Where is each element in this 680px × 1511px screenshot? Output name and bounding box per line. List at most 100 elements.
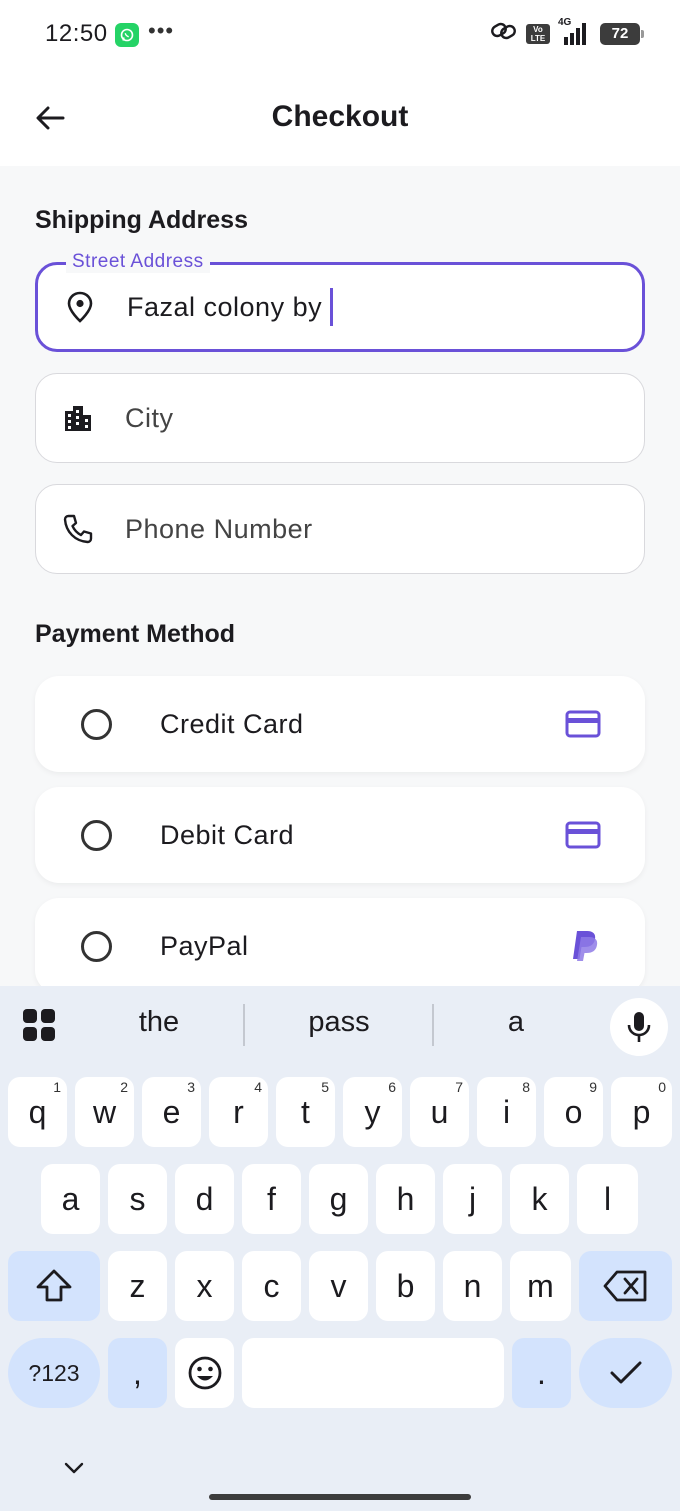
- key-m[interactable]: m: [510, 1251, 571, 1321]
- voice-input-button[interactable]: [610, 998, 668, 1056]
- payment-option-credit-card[interactable]: Credit Card: [35, 676, 645, 772]
- phone-number-input[interactable]: Phone Number: [125, 485, 313, 573]
- key-label: o: [564, 1093, 583, 1130]
- status-right: Vo LTE 4G 72: [490, 17, 644, 47]
- key-label: t: [301, 1093, 310, 1130]
- notification-overflow: •••: [148, 18, 175, 43]
- key-label: u: [430, 1093, 449, 1130]
- period-key[interactable]: .: [512, 1338, 571, 1408]
- key-q[interactable]: q1: [8, 1077, 67, 1147]
- back-button[interactable]: [30, 98, 70, 138]
- status-time: 12:50: [45, 20, 108, 47]
- street-address-input[interactable]: Fazal colony by: [127, 265, 334, 349]
- suggestion-divider: [432, 1004, 434, 1046]
- key-d[interactable]: d: [175, 1164, 234, 1234]
- key-r[interactable]: r4: [209, 1077, 268, 1147]
- payment-option-label: Debit Card: [160, 819, 295, 850]
- key-v[interactable]: v: [309, 1251, 368, 1321]
- radio-paypal[interactable]: [81, 931, 112, 962]
- key-x[interactable]: x: [175, 1251, 234, 1321]
- key-z[interactable]: z: [108, 1251, 167, 1321]
- space-key[interactable]: [242, 1338, 504, 1408]
- key-n[interactable]: n: [443, 1251, 502, 1321]
- battery-icon: 72: [600, 22, 644, 45]
- street-address-field[interactable]: Street Address Fazal colony by: [35, 251, 645, 352]
- radio-debit-card[interactable]: [81, 820, 112, 851]
- key-hint: 6: [388, 1079, 396, 1095]
- key-label: w: [92, 1093, 117, 1130]
- key-l[interactable]: l: [577, 1164, 638, 1234]
- location-pin-icon: [60, 265, 100, 349]
- key-label: q: [28, 1093, 47, 1130]
- key-y[interactable]: y6: [343, 1077, 402, 1147]
- shift-key[interactable]: [8, 1251, 100, 1321]
- key-hint: 3: [187, 1079, 195, 1095]
- symbols-key[interactable]: ?123: [8, 1338, 100, 1408]
- emoji-icon: [188, 1356, 221, 1390]
- apps-grid-icon[interactable]: [22, 1008, 56, 1042]
- key-o[interactable]: o9: [544, 1077, 603, 1147]
- radio-credit-card[interactable]: [81, 709, 112, 740]
- key-t[interactable]: t5: [276, 1077, 335, 1147]
- credit-card-icon: [565, 676, 601, 772]
- key-hint: 9: [589, 1079, 597, 1095]
- suggestion-3[interactable]: a: [457, 1006, 575, 1039]
- key-k[interactable]: k: [510, 1164, 569, 1234]
- shift-icon: [36, 1269, 72, 1302]
- app-bar: Checkout: [0, 70, 680, 166]
- key-hint: 8: [522, 1079, 530, 1095]
- whatsapp-icon: [115, 23, 139, 47]
- key-a[interactable]: a: [41, 1164, 100, 1234]
- comma-key[interactable]: ,: [108, 1338, 167, 1408]
- key-b[interactable]: b: [376, 1251, 435, 1321]
- key-p[interactable]: p0: [611, 1077, 672, 1147]
- key-g[interactable]: g: [309, 1164, 368, 1234]
- key-u[interactable]: u7: [410, 1077, 469, 1147]
- status-bar: 12:50 ••• Vo LTE 4G 72: [0, 0, 680, 70]
- paypal-icon: [569, 898, 601, 986]
- key-hint: 7: [455, 1079, 463, 1095]
- key-w[interactable]: w2: [75, 1077, 134, 1147]
- shipping-address-heading: Shipping Address: [35, 206, 248, 234]
- city-icon: [58, 374, 98, 462]
- soft-keyboard: the pass a q1 w2 e3 r4 t5 y6 u7 i8 o9 p0…: [0, 986, 680, 1511]
- suggestion-divider: [243, 1004, 245, 1046]
- arrow-left-icon: [36, 106, 65, 130]
- home-indicator[interactable]: [209, 1494, 471, 1500]
- city-input[interactable]: City: [125, 374, 174, 462]
- key-c[interactable]: c: [242, 1251, 301, 1321]
- city-field[interactable]: City: [35, 373, 645, 463]
- backspace-key[interactable]: [579, 1251, 672, 1321]
- key-hint: 1: [53, 1079, 61, 1095]
- payment-option-label: PayPal: [160, 930, 249, 961]
- key-i[interactable]: i8: [477, 1077, 536, 1147]
- payment-option-debit-card[interactable]: Debit Card: [35, 787, 645, 883]
- link-icon: [490, 20, 518, 47]
- payment-option-label: Credit Card: [160, 708, 304, 739]
- street-address-value: Fazal colony by: [127, 291, 323, 322]
- key-label: e: [162, 1093, 181, 1130]
- enter-key[interactable]: [579, 1338, 672, 1408]
- emoji-key[interactable]: [175, 1338, 234, 1408]
- credit-card-icon: [565, 787, 601, 883]
- key-s[interactable]: s: [108, 1164, 167, 1234]
- key-f[interactable]: f: [242, 1164, 301, 1234]
- payment-option-paypal[interactable]: PayPal: [35, 898, 645, 986]
- checkmark-icon: [610, 1361, 641, 1384]
- suggestion-1[interactable]: the: [100, 1006, 218, 1039]
- payment-method-heading: Payment Method: [35, 620, 236, 648]
- key-hint: 4: [254, 1079, 262, 1095]
- phone-number-field[interactable]: Phone Number: [35, 484, 645, 574]
- suggestion-2[interactable]: pass: [280, 1006, 398, 1039]
- key-label: i: [502, 1093, 511, 1130]
- key-h[interactable]: h: [376, 1164, 435, 1234]
- key-hint: 0: [658, 1079, 666, 1095]
- key-e[interactable]: e3: [142, 1077, 201, 1147]
- key-label: r: [233, 1093, 244, 1130]
- microphone-icon: [627, 1012, 651, 1042]
- volte-icon: Vo LTE: [526, 23, 550, 44]
- signal-icon: 4G: [558, 17, 592, 47]
- key-label: y: [364, 1093, 381, 1130]
- key-j[interactable]: j: [443, 1164, 502, 1234]
- chevron-down-icon[interactable]: [62, 1456, 86, 1480]
